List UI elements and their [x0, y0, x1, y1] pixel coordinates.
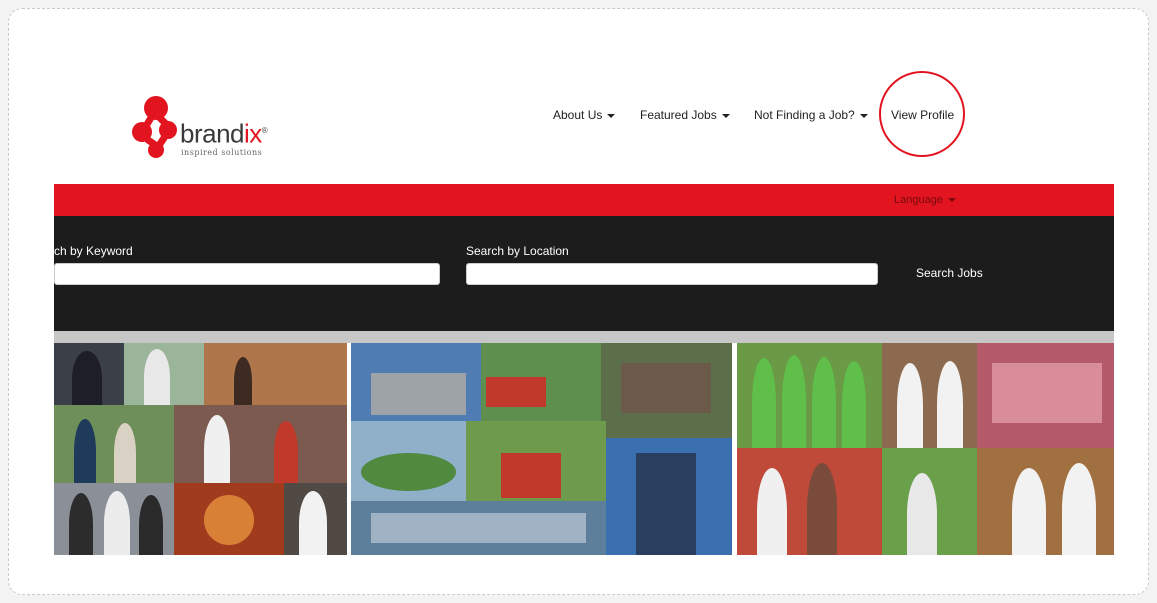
nav-featured-jobs-label: Featured Jobs [640, 108, 717, 122]
location-input[interactable] [466, 263, 878, 285]
chevron-down-icon [607, 113, 616, 118]
wordmark-main: brand [180, 118, 245, 149]
wordmark-accent: ix [244, 118, 262, 149]
search-panel: ch by Keyword Search by Location Search … [54, 216, 1114, 331]
keyword-label: ch by Keyword [54, 244, 133, 258]
registered-mark: ® [261, 126, 268, 135]
brand-wordmark: brandix® [180, 118, 268, 149]
keyword-input[interactable] [54, 263, 440, 285]
highlight-circle [879, 71, 965, 157]
logo-tagline: inspired solutions [181, 148, 263, 157]
nav-not-finding-job[interactable]: Not Finding a Job? [754, 108, 868, 122]
chevron-down-icon [721, 113, 730, 118]
language-dropdown[interactable]: Language [894, 194, 956, 206]
chevron-down-icon [859, 113, 868, 118]
photo-collage-people [54, 343, 347, 555]
nav-featured-jobs[interactable]: Featured Jobs [640, 108, 730, 122]
nav-not-finding-job-label: Not Finding a Job? [754, 108, 855, 122]
location-label: Search by Location [466, 244, 569, 258]
language-bar: Language [54, 184, 1114, 216]
photo-collage-buildings [351, 343, 732, 555]
search-jobs-button[interactable]: Search Jobs [916, 266, 983, 280]
chevron-down-icon [948, 198, 956, 203]
photo-collage-community [737, 343, 1114, 555]
language-label: Language [894, 194, 943, 206]
separator-bar [54, 331, 1114, 343]
nav-about-us-label: About Us [553, 108, 603, 122]
nav-about-us[interactable]: About Us [553, 108, 616, 122]
